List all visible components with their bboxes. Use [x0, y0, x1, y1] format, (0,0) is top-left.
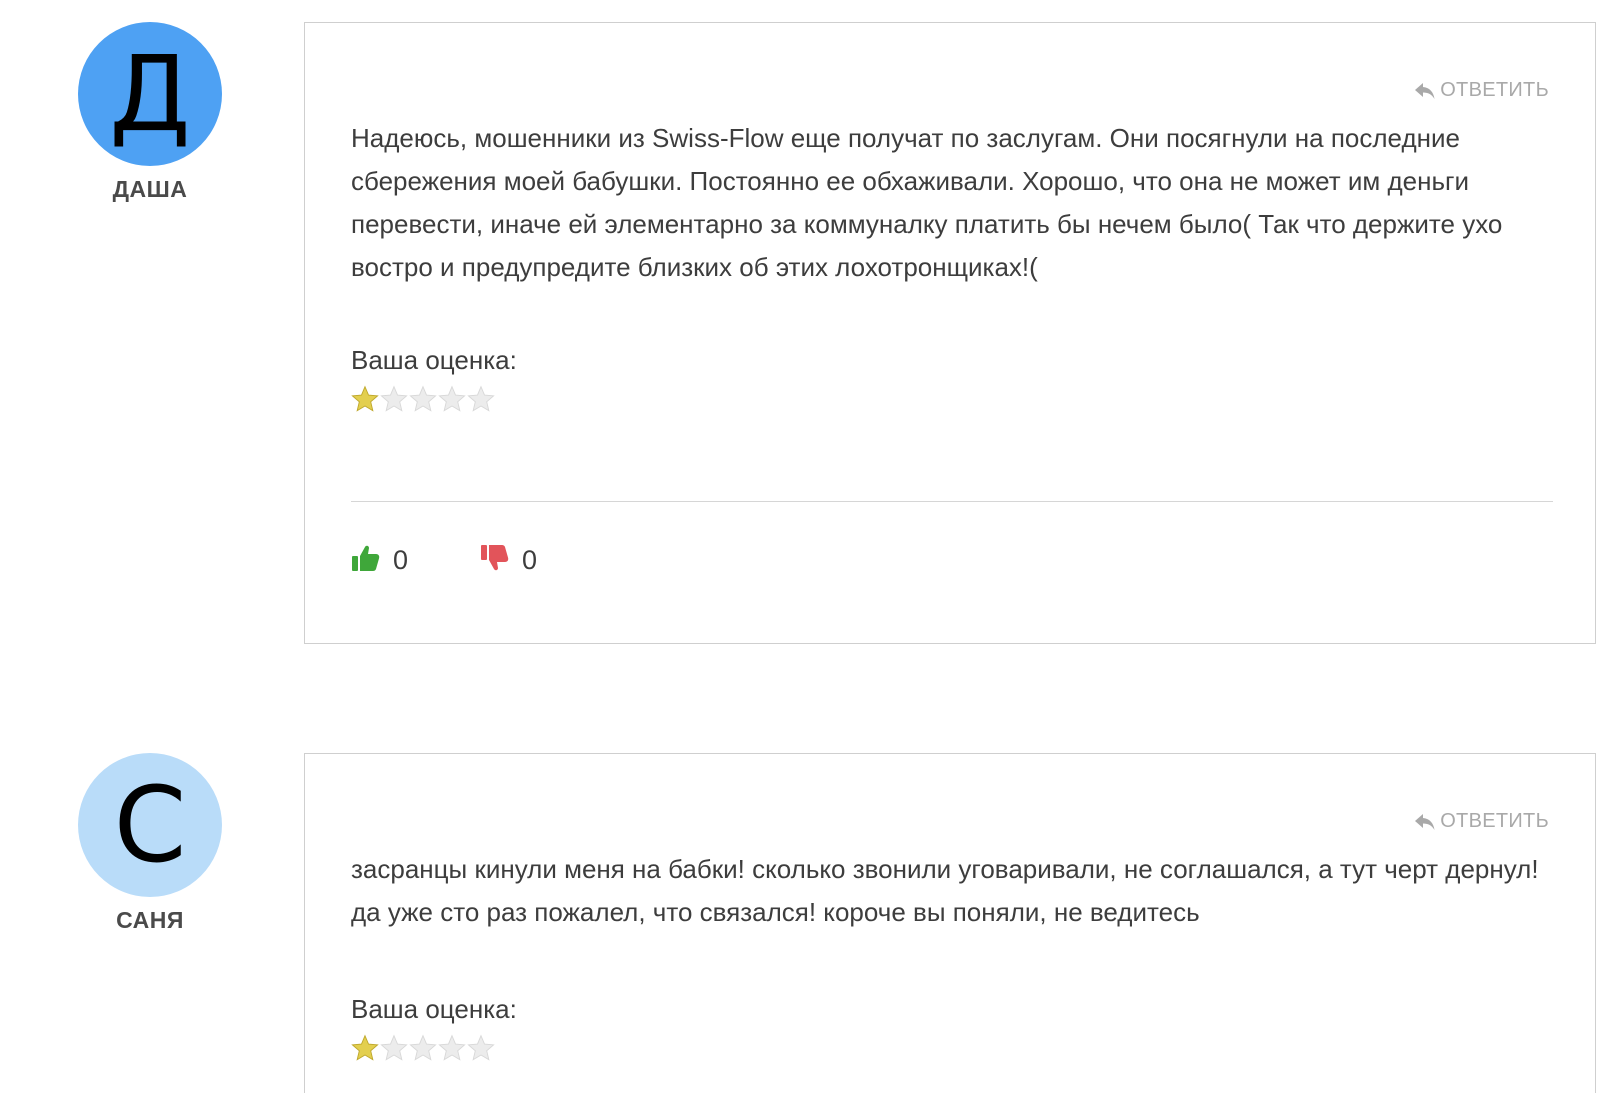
dislike-button[interactable]: 0: [480, 543, 537, 578]
star-icon[interactable]: [380, 385, 408, 413]
reply-arrow-icon: [1414, 81, 1436, 101]
star-icon[interactable]: [380, 1034, 408, 1062]
comment-body: ОТВЕТИТЬ Надеюсь, мошенники из Swiss-Flo…: [304, 22, 1596, 644]
avatar: Д: [78, 22, 222, 166]
comment-text: засранцы кинули меня на бабки! сколько з…: [351, 854, 1539, 927]
comment-body: ОТВЕТИТЬ засранцы кинули меня на бабки! …: [304, 753, 1596, 1093]
star-rating[interactable]: [351, 385, 495, 413]
vote-bar: 0 0: [351, 543, 583, 578]
dislike-count: 0: [522, 545, 538, 575]
star-icon[interactable]: [467, 385, 495, 413]
like-count: 0: [393, 545, 409, 575]
comment-text: Надеюсь, мошенники из Swiss-Flow еще пол…: [351, 123, 1503, 282]
rating-label: Ваша оценка:: [351, 345, 517, 375]
comment-author: Д ДАША: [78, 22, 222, 203]
avatar-initial: Д: [109, 33, 191, 155]
star-icon[interactable]: [438, 1034, 466, 1062]
star-icon[interactable]: [467, 1034, 495, 1062]
author-name: САНЯ: [116, 907, 184, 933]
thumbs-up-icon: [351, 543, 381, 578]
thumbs-down-icon: [480, 543, 510, 578]
comment-author: С САНЯ: [78, 753, 222, 934]
reply-arrow-icon: [1414, 812, 1436, 832]
author-name: ДАША: [112, 176, 188, 202]
reply-button[interactable]: ОТВЕТИТЬ: [1414, 810, 1549, 833]
rating-label: Ваша оценка:: [351, 994, 517, 1024]
star-icon[interactable]: [438, 385, 466, 413]
star-icon[interactable]: [409, 385, 437, 413]
reply-label: ОТВЕТИТЬ: [1440, 810, 1549, 832]
star-icon[interactable]: [351, 385, 379, 413]
reply-button[interactable]: ОТВЕТИТЬ: [1414, 79, 1549, 102]
star-icon[interactable]: [351, 1034, 379, 1062]
reply-label: ОТВЕТИТЬ: [1440, 79, 1549, 101]
star-icon[interactable]: [409, 1034, 437, 1062]
avatar: С: [78, 753, 222, 897]
avatar-initial: С: [113, 764, 187, 886]
like-button[interactable]: 0: [351, 543, 408, 578]
divider: [351, 501, 1553, 502]
star-rating[interactable]: [351, 1034, 495, 1062]
